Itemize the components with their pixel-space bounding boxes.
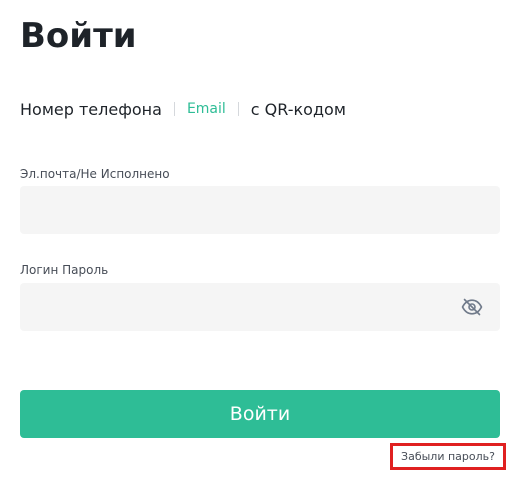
forgot-password-highlight: Забыли пароль? xyxy=(390,443,506,470)
email-field-container xyxy=(20,186,500,234)
login-method-tabs: Номер телефона Email с QR-кодом xyxy=(20,98,346,120)
email-field-label: Эл.почта/Не Исполнено xyxy=(20,167,170,181)
tab-divider xyxy=(173,102,175,116)
tab-email[interactable]: Email xyxy=(187,101,226,117)
password-field-label: Логин Пароль xyxy=(20,263,109,277)
eye-slash-icon[interactable] xyxy=(460,296,484,318)
password-field[interactable] xyxy=(20,283,500,331)
tab-phone[interactable]: Номер телефона xyxy=(20,100,162,119)
forgot-password-link[interactable]: Забыли пароль? xyxy=(401,450,495,463)
email-field[interactable] xyxy=(20,186,500,234)
page-title: Войти xyxy=(20,16,137,56)
tab-qr-code[interactable]: с QR-кодом xyxy=(251,100,346,119)
tab-divider xyxy=(237,102,239,116)
login-button[interactable]: Войти xyxy=(20,390,500,438)
password-field-container xyxy=(20,283,500,331)
